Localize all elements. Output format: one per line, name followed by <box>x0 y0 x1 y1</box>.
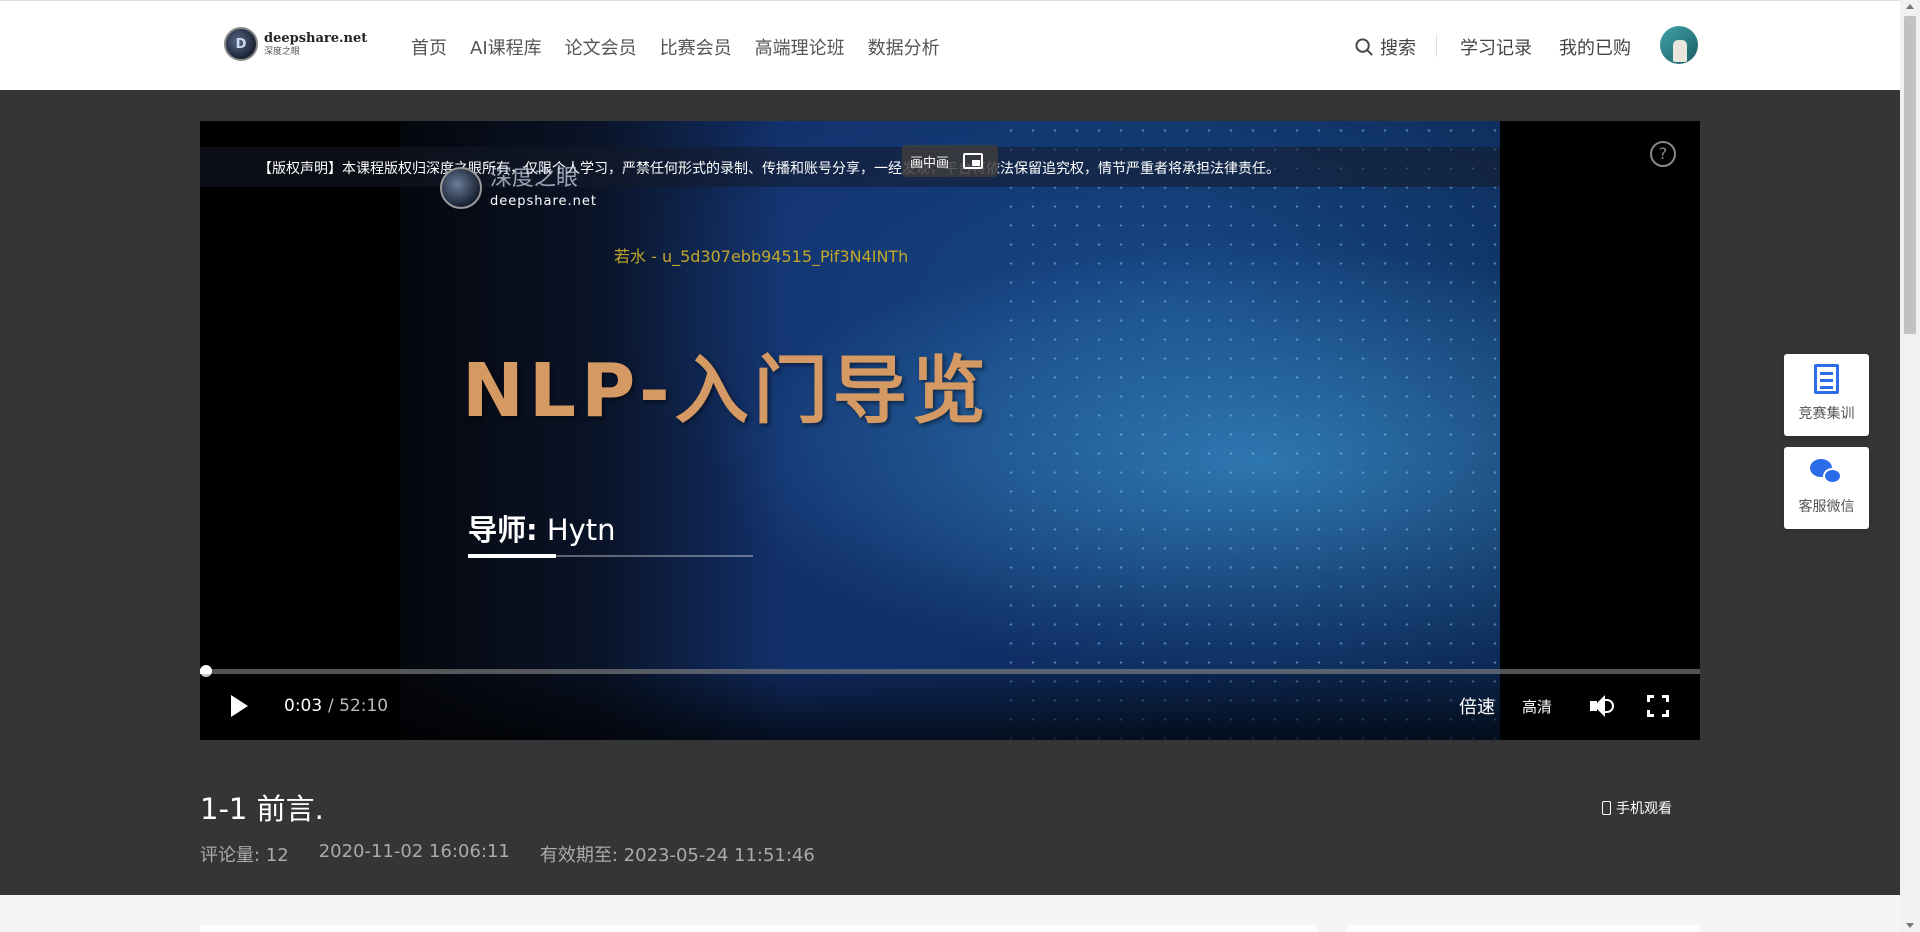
nav-home[interactable]: 首页 <box>411 34 447 60</box>
network-background <box>1000 121 1500 740</box>
side-panel <box>1347 925 1700 932</box>
play-icon[interactable] <box>231 695 248 717</box>
picture-in-picture-button[interactable]: 画中画 <box>902 145 998 177</box>
phone-icon <box>1602 801 1611 815</box>
playback-speed-button[interactable]: 倍速 <box>1459 693 1495 719</box>
site-logo[interactable]: D deepshare.net 深度之眼 <box>224 27 367 61</box>
mentor-label: 导师: <box>468 513 538 547</box>
mobile-watch-label: 手机观看 <box>1616 801 1672 817</box>
logo-subtitle: 深度之眼 <box>264 46 301 57</box>
lesson-date: 2020-11-02 16:06:11 <box>318 841 510 862</box>
video-logo: 深度之眼 deepshare.net <box>440 167 597 209</box>
comment-count: 评论量: 12 <box>200 845 289 866</box>
mentor-underline <box>468 554 753 558</box>
current-time: 0:03 <box>284 696 323 716</box>
video-logo-cn: 深度之眼 <box>490 165 579 191</box>
service-wechat-label: 客服微信 <box>1798 499 1855 515</box>
header-divider <box>1436 35 1437 57</box>
study-record-link[interactable]: 学习记录 <box>1460 34 1532 60</box>
video-mentor: 导师: Hytn <box>468 507 616 549</box>
search-button[interactable]: 搜索 <box>1355 34 1416 60</box>
lesson-meta: 评论量: 12 2020-11-02 16:06:11 有效期至: 2023-0… <box>200 841 815 867</box>
pip-icon <box>963 153 984 169</box>
competition-training-button[interactable]: 竞赛集训 <box>1784 354 1869 436</box>
user-avatar[interactable] <box>1660 26 1698 64</box>
nav-ai-courses[interactable]: AI课程库 <box>470 34 542 60</box>
nav-advanced-theory[interactable]: 高端理论班 <box>755 34 845 60</box>
user-watermark: 若水 - u_5d307ebb94515_Pif3N4INTh <box>614 247 909 266</box>
video-logo-icon <box>440 167 482 209</box>
scroll-up-icon[interactable] <box>1906 4 1914 9</box>
mobile-watch-button[interactable]: 手机观看 <box>1602 798 1672 818</box>
scroll-down-icon[interactable] <box>1906 923 1914 928</box>
pip-label: 画中画 <box>910 155 950 171</box>
main-nav: 首页 AI课程库 论文会员 比赛会员 高端理论班 数据分析 <box>411 34 963 60</box>
copyright-notice: 【版权声明】本课程版权归深度之眼所有，仅限个人学习，严禁任何形式的录制、传播和账… <box>258 161 1280 177</box>
fullscreen-icon[interactable] <box>1647 695 1669 717</box>
wechat-icon <box>1810 459 1844 487</box>
top-header: D deepshare.net 深度之眼 首页 AI课程库 论文会员 比赛会员 … <box>0 0 1900 90</box>
volume-icon[interactable] <box>1590 694 1616 718</box>
document-icon <box>1814 364 1839 394</box>
my-purchases-link[interactable]: 我的已购 <box>1559 34 1631 60</box>
mentor-name: Hytn <box>546 513 616 547</box>
lesson-title: 1-1 前言. <box>200 792 324 826</box>
page-scrollbar[interactable] <box>1900 0 1920 932</box>
video-player[interactable]: 【版权声明】本课程版权归深度之眼所有，仅限个人学习，严禁任何形式的录制、传播和账… <box>200 121 1700 740</box>
search-label: 搜索 <box>1380 38 1416 59</box>
total-time: / 52:10 <box>328 696 389 716</box>
logo-mark-icon: D <box>224 27 258 61</box>
nav-competition-membership[interactable]: 比赛会员 <box>660 34 732 60</box>
search-icon <box>1355 37 1373 56</box>
video-slide-title: NLP-入门导览 <box>462 348 991 434</box>
expiry-date: 有效期至: 2023-05-24 11:51:46 <box>539 845 815 866</box>
logo-name: deepshare.net <box>264 30 368 46</box>
content-panel <box>200 925 1317 932</box>
nav-data-analysis[interactable]: 数据分析 <box>868 34 940 60</box>
nav-paper-membership[interactable]: 论文会员 <box>565 34 637 60</box>
quality-button[interactable]: 高清 <box>1522 696 1552 717</box>
video-logo-en: deepshare.net <box>490 193 598 209</box>
service-wechat-button[interactable]: 客服微信 <box>1784 447 1869 529</box>
player-controls: 0:03 / 52:10 倍速 高清 <box>200 674 1700 740</box>
competition-training-label: 竞赛集训 <box>1798 406 1855 422</box>
help-icon[interactable]: ? <box>1650 141 1676 167</box>
scroll-thumb[interactable] <box>1904 16 1916 334</box>
